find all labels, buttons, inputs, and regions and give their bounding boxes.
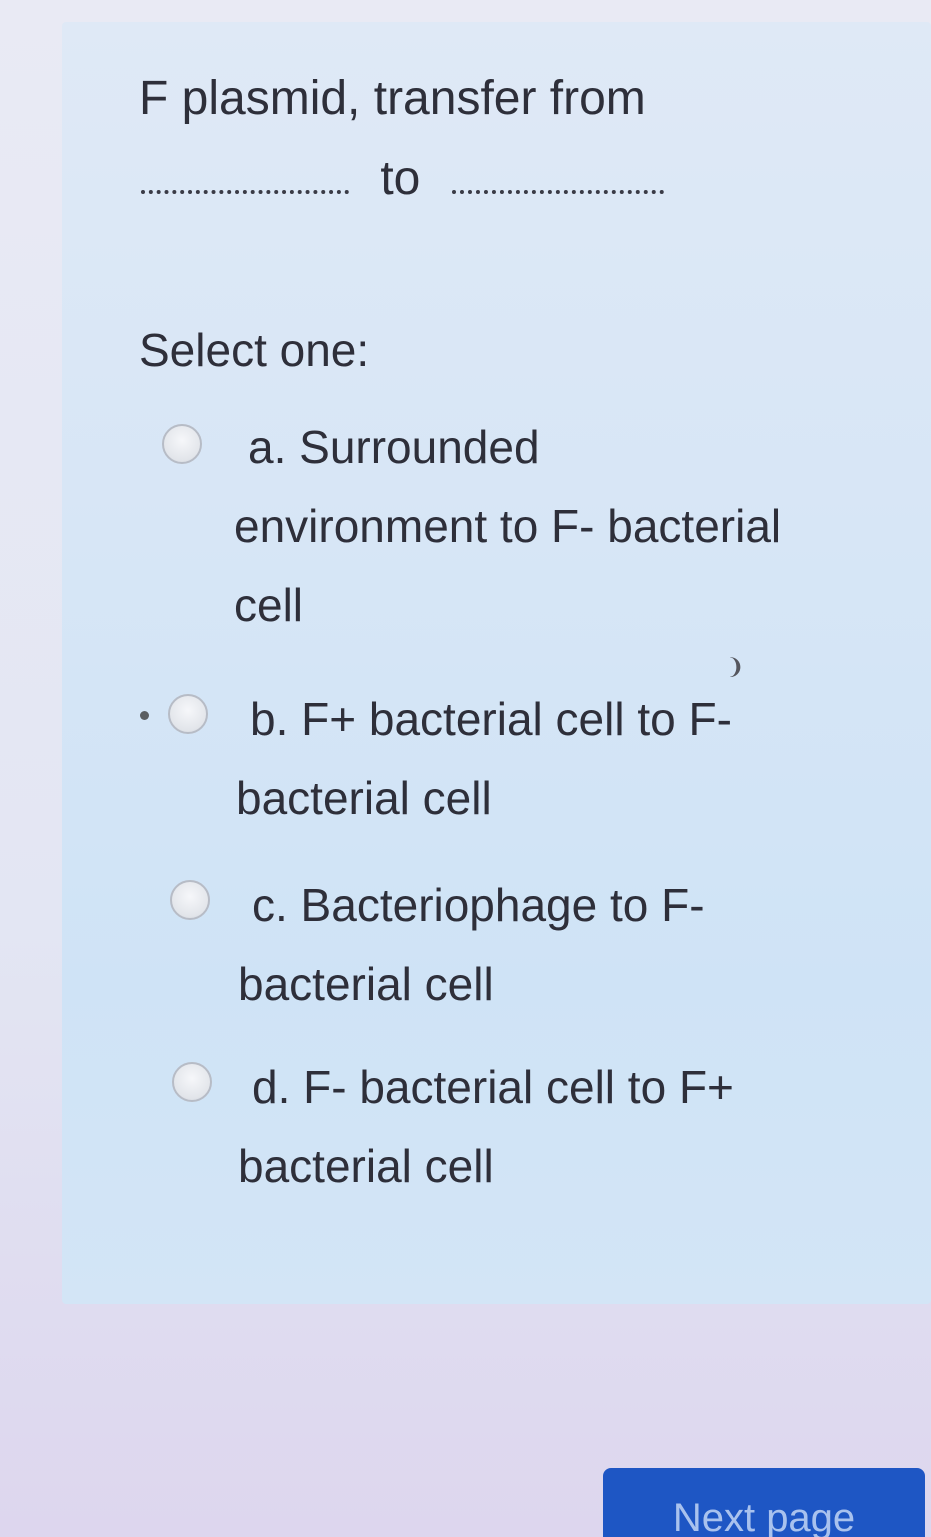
option-b-label[interactable]: b. F+ bacterial cell to F- bacterial cel… <box>236 680 896 838</box>
option-c-radio[interactable] <box>170 880 210 920</box>
focus-indicator <box>140 711 149 720</box>
option-a-radio[interactable] <box>162 424 202 464</box>
option-d-radio[interactable] <box>172 1062 212 1102</box>
question-blank-line: to <box>141 150 664 208</box>
next-page-button[interactable]: Next page <box>603 1468 925 1537</box>
option-d-label[interactable]: d. F- bacterial cell to F+ bacterial cel… <box>238 1048 898 1206</box>
cursor-icon: ❩ <box>726 654 745 679</box>
option-a-label[interactable]: a. Surrounded environment to F- bacteria… <box>234 408 894 645</box>
blank-from <box>141 164 349 194</box>
blank-to <box>451 164 664 194</box>
question-to-word: to <box>380 152 421 205</box>
quiz-page: F plasmid, transfer from to Select one: … <box>0 0 931 1537</box>
option-b-radio[interactable] <box>168 694 208 734</box>
select-one-prompt: Select one: <box>139 324 370 376</box>
option-c-label[interactable]: c. Bacteriophage to F- bacterial cell <box>238 866 898 1024</box>
question-text: F plasmid, transfer from <box>139 72 646 125</box>
